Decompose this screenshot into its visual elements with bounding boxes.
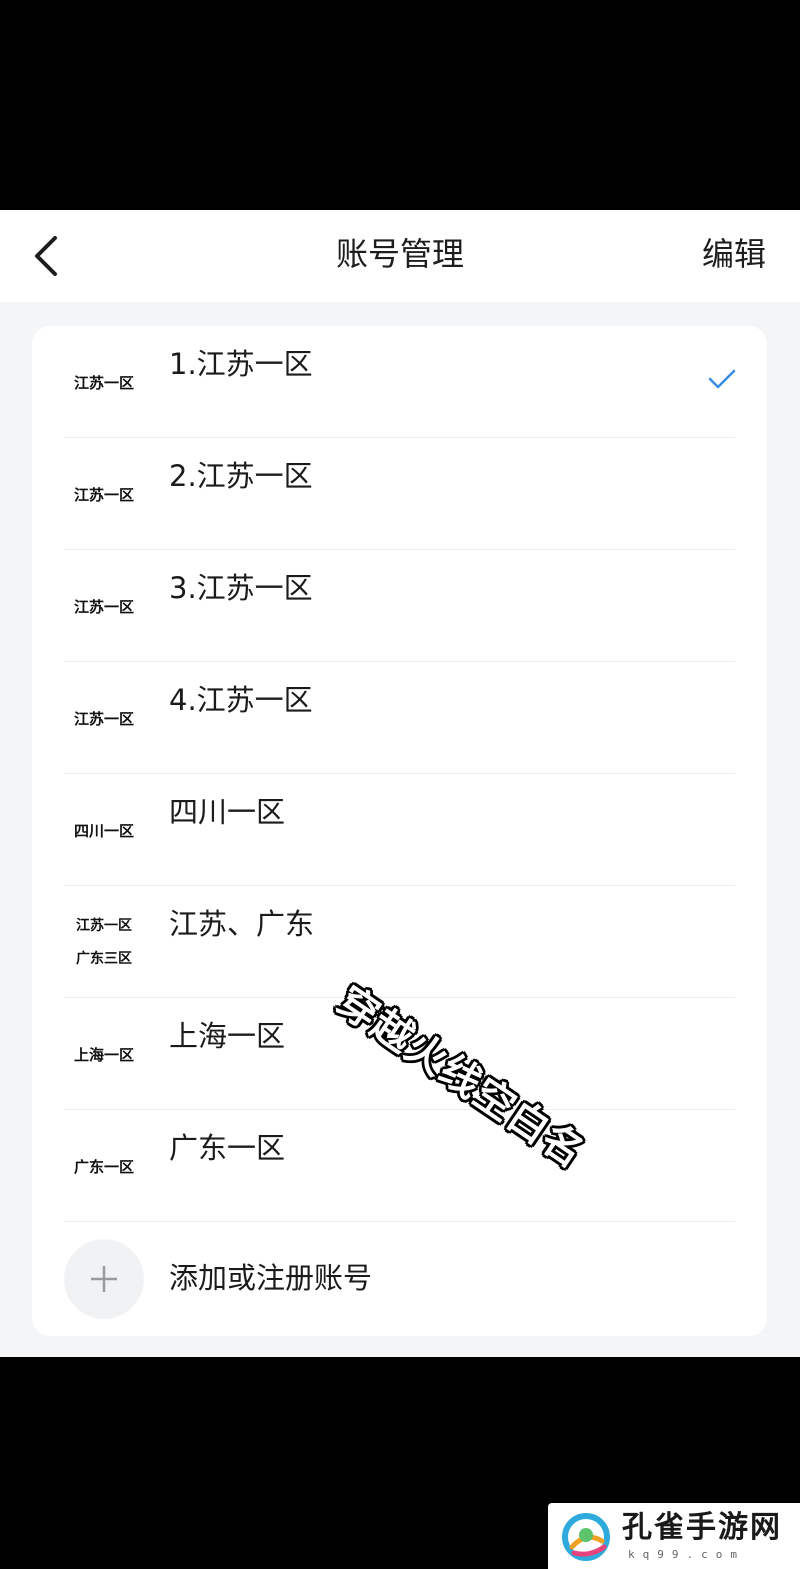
account-management-screen: 账号管理 编辑 江苏一区 1.江苏一区 江苏一区 2.江苏一区 江苏一区 3.江苏一区 江苏…: [0, 210, 800, 1357]
account-avatar: 江苏一区 广东三区: [54, 908, 154, 978]
edit-button[interactable]: 编辑: [702, 232, 766, 276]
add-circle: [64, 1239, 144, 1319]
avatar-text: 四川一区: [73, 822, 134, 840]
avatar-text: 江苏一区: [73, 598, 134, 616]
account-list-card: 江苏一区 1.江苏一区 江苏一区 2.江苏一区 江苏一区 3.江苏一区 江苏一区 4.江苏一区…: [32, 326, 767, 1336]
site-logo-name: 孔雀手游网: [622, 1510, 782, 1545]
page-title: 账号管理: [335, 235, 464, 273]
account-row[interactable]: 江苏一区 3.江苏一区: [32, 550, 767, 662]
account-avatar: 广东一区: [54, 1132, 154, 1202]
account-row[interactable]: 江苏一区 广东三区 江苏、广东: [32, 886, 767, 998]
account-avatar: 上海一区: [54, 1020, 154, 1090]
account-name: 上海一区: [169, 1019, 286, 1053]
account-avatar: 江苏一区: [54, 684, 154, 754]
avatar-text: 江苏一区: [73, 710, 134, 728]
account-avatar: 四川一区: [54, 796, 154, 866]
avatar-text: 广东三区: [76, 951, 132, 967]
account-name: 广东一区: [169, 1131, 286, 1165]
account-name: 4.江苏一区: [169, 683, 313, 717]
site-logo: 孔雀手游网 kq99.com: [548, 1503, 800, 1569]
site-logo-url: kq99.com: [628, 1548, 745, 1561]
account-row[interactable]: 四川一区 四川一区: [32, 774, 767, 886]
avatar-text: 上海一区: [73, 1046, 134, 1064]
add-account-label: 添加或注册账号: [169, 1261, 373, 1295]
avatar-text: 广东一区: [73, 1158, 134, 1176]
avatar-text: 江苏一区: [73, 486, 134, 504]
peacock-logo-icon: [562, 1513, 610, 1561]
account-row[interactable]: 江苏一区 1.江苏一区: [32, 326, 767, 438]
account-avatar: 江苏一区: [54, 460, 154, 530]
account-name: 2.江苏一区: [169, 459, 313, 493]
account-row[interactable]: 江苏一区 2.江苏一区: [32, 438, 767, 550]
account-name: 3.江苏一区: [169, 571, 313, 605]
account-name: 1.江苏一区: [169, 347, 313, 381]
account-avatar: 江苏一区: [54, 572, 154, 642]
nav-header: 账号管理 编辑: [0, 210, 800, 302]
add-account-button[interactable]: 添加或注册账号: [32, 1222, 767, 1334]
account-name: 四川一区: [169, 795, 286, 829]
account-row[interactable]: 广东一区 广东一区: [32, 1110, 767, 1222]
plus-icon: [91, 1266, 117, 1292]
avatar-text: 江苏一区: [73, 374, 134, 392]
checkmark-icon: [708, 369, 736, 389]
account-avatar: 江苏一区: [54, 348, 154, 418]
top-black-bar: [0, 0, 800, 210]
avatar-text: 江苏一区: [76, 918, 132, 934]
account-name: 江苏、广东: [169, 907, 315, 941]
account-row[interactable]: 江苏一区 4.江苏一区: [32, 662, 767, 774]
